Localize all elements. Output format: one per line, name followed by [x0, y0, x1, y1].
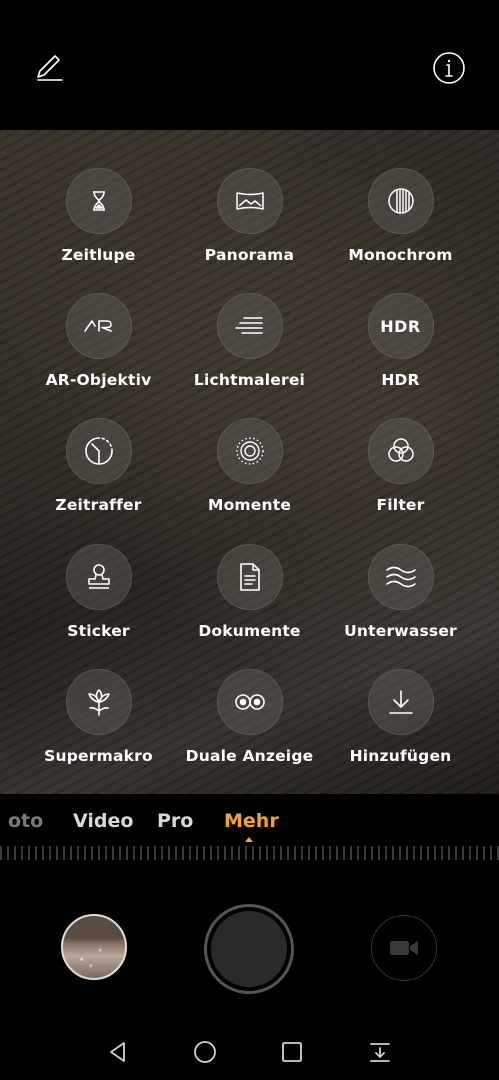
- video-camera-icon: [390, 941, 418, 955]
- mode-duale-anzeige[interactable]: Duale Anzeige: [174, 669, 325, 779]
- mode-label: Filter: [376, 496, 425, 514]
- shutter-inner: [211, 911, 287, 987]
- time-lapse-icon: [84, 437, 113, 465]
- home-circle-icon: [194, 1041, 216, 1063]
- mode-label: Panorama: [204, 246, 295, 264]
- mode-lichtmalerei[interactable]: Lichtmalerei: [174, 293, 325, 403]
- hourglass-icon: [92, 191, 105, 211]
- mode-scroll-ruler[interactable]: [0, 846, 499, 860]
- monochrome-icon: [387, 188, 414, 214]
- mode-zeitraffer[interactable]: Zeitraffer: [23, 418, 174, 528]
- mode-label: Supermakro: [44, 747, 153, 765]
- mode-dokumente[interactable]: Dokumente: [174, 544, 325, 654]
- info-button[interactable]: [431, 50, 467, 86]
- mode-supermakro[interactable]: Supermakro: [23, 669, 174, 779]
- back-triangle-icon: [110, 1042, 125, 1062]
- mode-ar-objektiv[interactable]: AR-Objektiv: [23, 293, 174, 403]
- nav-home-button[interactable]: [191, 1038, 219, 1066]
- sticker-stamp-icon: [87, 564, 110, 589]
- document-icon: [239, 563, 260, 591]
- info-icon: [433, 52, 465, 84]
- mode-label: HDR: [381, 371, 420, 389]
- mode-label: Sticker: [67, 622, 130, 640]
- gallery-thumbnail[interactable]: [61, 914, 127, 980]
- tab-pro[interactable]: Pro: [157, 810, 193, 832]
- nav-back-button[interactable]: [104, 1038, 132, 1066]
- active-tab-indicator: [245, 837, 253, 842]
- mode-label: Momente: [207, 496, 292, 514]
- system-navigation-bar: [0, 1020, 499, 1080]
- download-add-icon: [388, 690, 413, 714]
- mode-panorama[interactable]: Panorama: [174, 168, 325, 278]
- dual-view-icon: [234, 694, 265, 710]
- mode-hdr[interactable]: HDR HDR: [325, 293, 476, 403]
- mode-label: Hinzufügen: [349, 747, 452, 765]
- tab-foto[interactable]: oto: [8, 810, 43, 832]
- shutter-button[interactable]: [204, 904, 294, 994]
- top-toolbar: [0, 0, 499, 130]
- mode-selector-bar: oto Video Pro Mehr: [0, 794, 499, 874]
- video-record-button[interactable]: [371, 915, 437, 981]
- modes-grid: Zeitlupe Panorama Monochrom AR-Objektiv …: [0, 130, 499, 794]
- mode-hinzufuegen[interactable]: Hinzufügen: [325, 669, 476, 779]
- edit-button[interactable]: [31, 50, 67, 86]
- camera-viewfinder: Zeitlupe Panorama Monochrom AR-Objektiv …: [0, 130, 499, 794]
- ar-lens-icon: [83, 320, 112, 332]
- mode-label: Zeitlupe: [61, 246, 136, 264]
- hdr-icon: HDR: [380, 316, 421, 336]
- mode-label: Duale Anzeige: [185, 747, 314, 765]
- camera-controls: [0, 874, 499, 1020]
- pull-down-icon: [370, 1043, 390, 1062]
- tab-mehr[interactable]: Mehr: [224, 810, 279, 832]
- mode-momente[interactable]: Momente: [174, 418, 325, 528]
- mode-label: AR-Objektiv: [45, 371, 152, 389]
- light-painting-icon: [234, 317, 263, 334]
- edit-pencil-icon: [37, 55, 63, 81]
- mode-zeitlupe[interactable]: Zeitlupe: [23, 168, 174, 278]
- filter-icon: [387, 438, 414, 462]
- moments-icon: [235, 437, 264, 465]
- mode-sticker[interactable]: Sticker: [23, 544, 174, 654]
- mode-label: Unterwasser: [344, 622, 457, 640]
- nav-notifications-button[interactable]: [366, 1038, 394, 1066]
- nav-recents-button[interactable]: [278, 1038, 306, 1066]
- mode-label: Zeitraffer: [55, 496, 142, 514]
- mode-label: Dokumente: [198, 622, 301, 640]
- mode-monochrom[interactable]: Monochrom: [325, 168, 476, 278]
- underwater-waves-icon: [385, 566, 416, 588]
- tab-video[interactable]: Video: [73, 810, 133, 832]
- panorama-icon: [235, 192, 264, 210]
- flower-macro-icon: [87, 689, 110, 716]
- recents-square-icon: [282, 1042, 302, 1062]
- mode-label: Monochrom: [348, 246, 453, 264]
- mode-unterwasser[interactable]: Unterwasser: [325, 544, 476, 654]
- mode-filter[interactable]: Filter: [325, 418, 476, 528]
- mode-label: Lichtmalerei: [193, 371, 306, 389]
